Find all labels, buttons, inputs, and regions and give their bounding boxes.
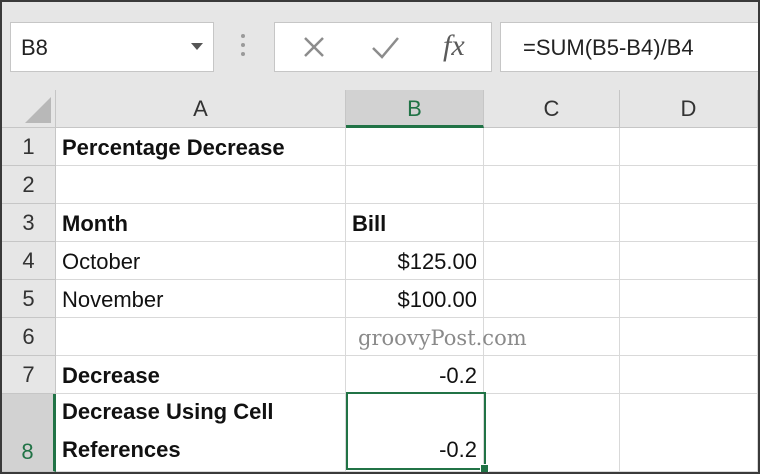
- insert-function-icon[interactable]: fx: [443, 29, 465, 63]
- row-header-3[interactable]: 3: [2, 204, 56, 242]
- cell-b5[interactable]: $100.00: [346, 280, 484, 318]
- cell-b2[interactable]: [346, 166, 484, 204]
- cell-a1[interactable]: Percentage Decrease: [56, 128, 346, 166]
- cell-d1[interactable]: [620, 128, 758, 166]
- cell-a1-text: Percentage Decrease: [62, 135, 285, 160]
- cell-a7[interactable]: Decrease: [56, 356, 346, 394]
- cell-b7-text: -0.2: [439, 363, 477, 388]
- cell-b3[interactable]: Bill: [346, 204, 484, 242]
- cell-a8[interactable]: Decrease Using Cell References: [56, 394, 346, 472]
- cell-d5[interactable]: [620, 280, 758, 318]
- fill-handle[interactable]: [480, 464, 489, 472]
- cell-a4-text: October: [62, 249, 141, 274]
- row-header-4[interactable]: 4: [2, 242, 56, 280]
- row-header-6[interactable]: 6: [2, 318, 56, 356]
- cell-c5[interactable]: [484, 280, 620, 318]
- more-options-icon[interactable]: [240, 34, 246, 60]
- row-header-5[interactable]: 5: [2, 280, 56, 318]
- cell-a7-text: Decrease: [62, 363, 160, 388]
- formula-input[interactable]: =SUM(B5-B4)/B4: [500, 22, 758, 72]
- cell-b5-text: $100.00: [397, 287, 477, 312]
- cancel-icon[interactable]: [283, 23, 343, 71]
- cell-c8[interactable]: [484, 394, 620, 472]
- worksheet-grid: A B C D 1 2 3 4 5 6 7 8 Percentage Decre…: [2, 90, 758, 472]
- cell-d4[interactable]: [620, 242, 758, 280]
- cell-c3[interactable]: [484, 204, 620, 242]
- cell-a2[interactable]: [56, 166, 346, 204]
- spreadsheet-window: B8 fx =SUM(B5-B4)/B4 A B C D 1 2 3 4 5 6…: [0, 0, 760, 474]
- cell-d6[interactable]: [620, 318, 758, 356]
- formula-bar-area: B8 fx =SUM(B5-B4)/B4: [2, 2, 758, 90]
- cell-d3[interactable]: [620, 204, 758, 242]
- chevron-down-icon[interactable]: [191, 43, 203, 50]
- cell-a5[interactable]: November: [56, 280, 346, 318]
- cell-d2[interactable]: [620, 166, 758, 204]
- formula-buttons: fx: [274, 22, 492, 72]
- cell-c1[interactable]: [484, 128, 620, 166]
- column-header-a[interactable]: A: [56, 90, 346, 128]
- cell-a3[interactable]: Month: [56, 204, 346, 242]
- column-header-c[interactable]: C: [484, 90, 620, 128]
- cell-a8-line1: Decrease Using Cell: [62, 399, 274, 424]
- cell-b7[interactable]: -0.2: [346, 356, 484, 394]
- column-header-d[interactable]: D: [620, 90, 758, 128]
- watermark: groovyPost.com: [358, 326, 527, 350]
- cell-b3-text: Bill: [352, 211, 387, 236]
- cell-a5-text: November: [62, 287, 164, 312]
- check-icon[interactable]: [355, 23, 415, 71]
- row-header-2[interactable]: 2: [2, 166, 56, 204]
- cell-b4-text: $125.00: [397, 249, 477, 274]
- name-box[interactable]: B8: [10, 22, 214, 72]
- select-all-triangle-icon: [25, 97, 51, 123]
- row-header-7[interactable]: 7: [2, 356, 56, 394]
- cell-a6[interactable]: [56, 318, 346, 356]
- formula-text: =SUM(B5-B4)/B4: [523, 35, 694, 60]
- cell-d7[interactable]: [620, 356, 758, 394]
- column-header-b[interactable]: B: [346, 90, 484, 128]
- cell-a3-text: Month: [62, 211, 128, 236]
- cell-d8[interactable]: [620, 394, 758, 472]
- cell-a4[interactable]: October: [56, 242, 346, 280]
- cell-c4[interactable]: [484, 242, 620, 280]
- row-header-8[interactable]: 8: [2, 394, 56, 472]
- cell-b1[interactable]: [346, 128, 484, 166]
- name-box-value: B8: [21, 35, 48, 60]
- cell-c2[interactable]: [484, 166, 620, 204]
- cell-b4[interactable]: $125.00: [346, 242, 484, 280]
- cell-a8-line2: References: [62, 437, 181, 462]
- cell-c7[interactable]: [484, 356, 620, 394]
- active-cell-border: [346, 392, 489, 472]
- select-all-button[interactable]: [2, 90, 56, 128]
- row-header-1[interactable]: 1: [2, 128, 56, 166]
